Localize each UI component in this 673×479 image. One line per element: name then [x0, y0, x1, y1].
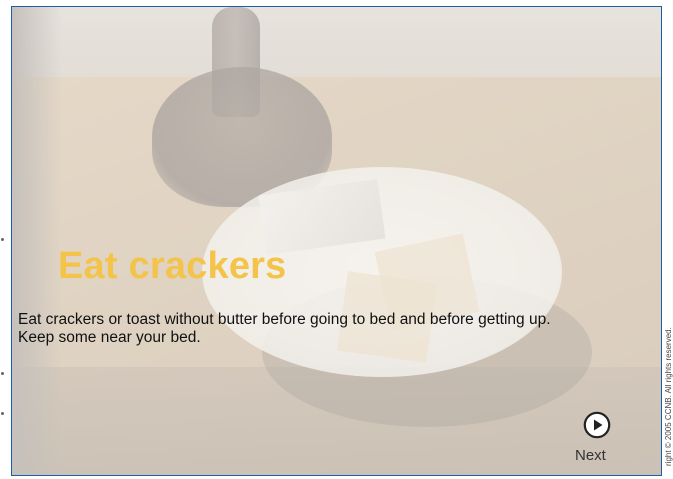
copyright-text: right © 2005 CCNB. All rights reserved. [664, 327, 673, 466]
slide-title: Eat crackers [58, 245, 287, 287]
photo-wash-overlay [12, 7, 661, 475]
edge-marker [1, 372, 4, 375]
copyright-notice: right © 2005 CCNB. All rights reserved. [664, 200, 673, 479]
slide: Eat crackers Eat crackers or toast witho… [0, 0, 673, 479]
next-label[interactable]: Next [575, 447, 606, 465]
slide-body-text: Eat crackers or toast without butter bef… [18, 311, 551, 346]
edge-marker [1, 412, 4, 415]
next-button[interactable]: Next [573, 408, 623, 466]
background-photo [12, 7, 661, 475]
slide-frame [11, 6, 662, 476]
play-circle-icon[interactable] [583, 411, 611, 439]
edge-marker [1, 238, 4, 241]
